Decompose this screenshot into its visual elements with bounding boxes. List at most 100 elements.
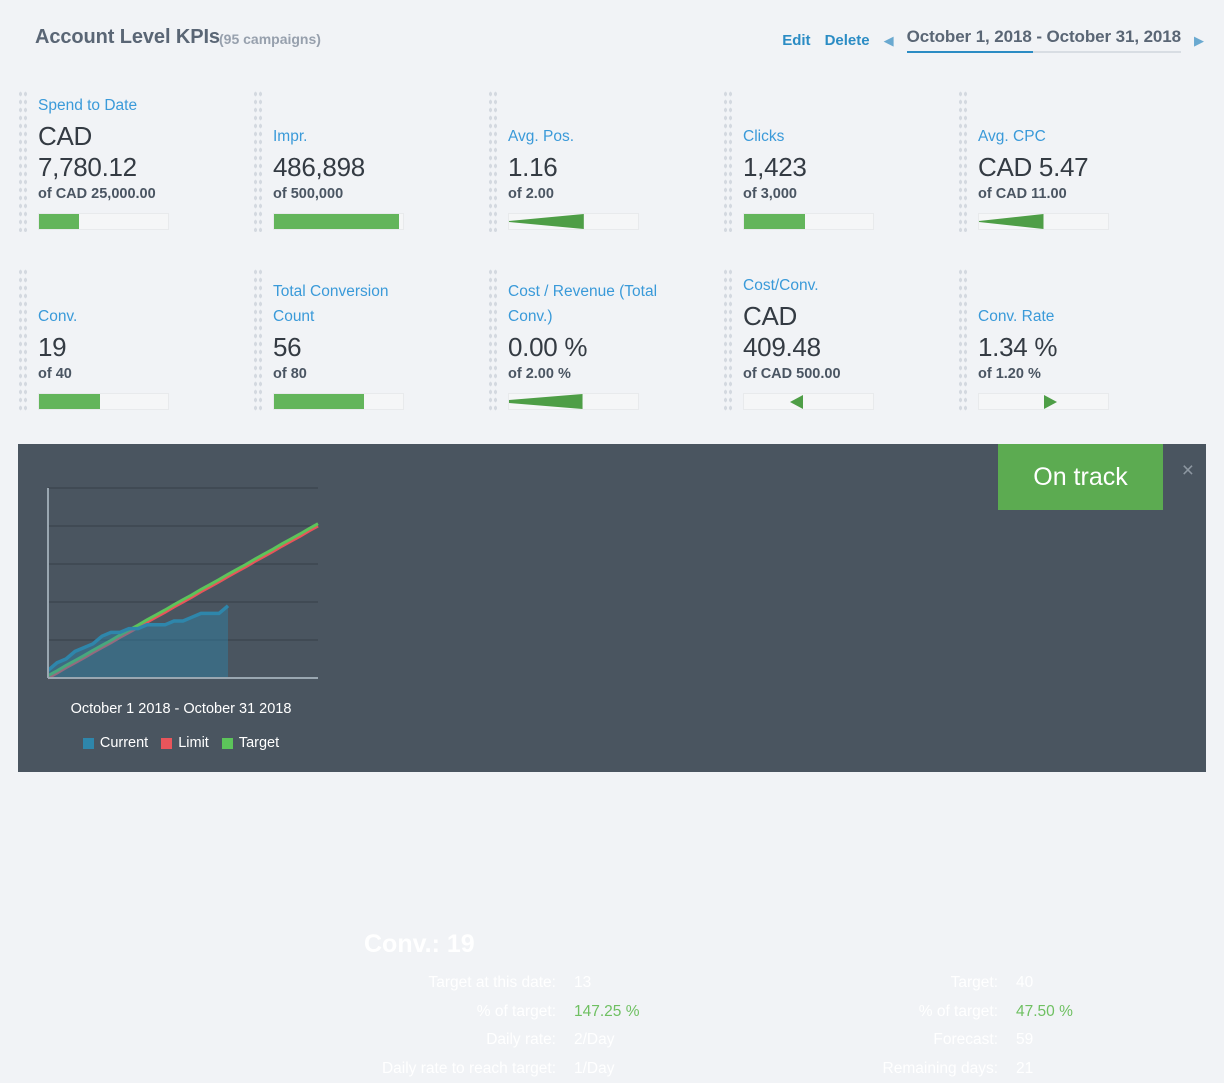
trend-wedge-decreasing-icon [509, 214, 584, 229]
progress-fill [39, 394, 100, 409]
kpi-target: of CAD 11.00 [978, 186, 1194, 202]
kpi-value: 1,423 [743, 152, 940, 183]
header-actions: Edit Delete ◀ October 1, 2018 - October … [782, 28, 1204, 52]
detail-stat-label: % of target: [298, 998, 556, 1027]
detail-stat-value: 2/Day [574, 1026, 615, 1055]
legend-swatch [222, 738, 233, 749]
kpi-label[interactable]: Conv. Rate [978, 304, 1138, 329]
detail-stat-row: Daily rate:2/Day [298, 1026, 578, 1055]
detail-stat-value: 59 [1016, 1026, 1033, 1055]
next-period-icon[interactable]: ▶ [1194, 34, 1204, 47]
kpi-chart-svg [40, 482, 322, 687]
kpi-card[interactable]: Cost/Conv.CAD 409.48of CAD 500.00 [705, 250, 940, 430]
kpi-progress-track [508, 393, 639, 410]
kpi-value: 486,898 [273, 152, 470, 183]
drag-handle-icon[interactable] [723, 268, 732, 412]
kpi-progress-track [38, 213, 169, 230]
kpi-label[interactable]: Conv. [38, 304, 198, 329]
chart-caption: October 1 2018 - October 31 2018 [40, 701, 322, 717]
detail-stat-label: Target at this date: [298, 969, 556, 998]
chart-area-current [48, 606, 228, 678]
kpi-progress-track [508, 213, 639, 230]
legend-label: Current [100, 735, 148, 751]
progress-fill [744, 214, 805, 229]
kpi-label[interactable]: Avg. CPC [978, 124, 1138, 149]
kpi-card[interactable]: Total Conversion Count56of 80 [235, 250, 470, 430]
kpi-label[interactable]: Cost/Conv. [743, 273, 903, 298]
drag-handle-icon[interactable] [488, 90, 497, 232]
kpi-label[interactable]: Total Conversion Count [273, 279, 433, 329]
drag-handle-icon[interactable] [18, 268, 27, 412]
kpi-progress-track [978, 393, 1109, 410]
kpi-target: of 3,000 [743, 186, 940, 202]
status-badge[interactable]: On track [998, 444, 1163, 510]
kpi-card[interactable]: Clicks 1,423 of 3,000 [705, 72, 940, 250]
kpi-card[interactable]: Cost / Revenue (Total Conv.)0.00 %of 2.0… [470, 250, 705, 430]
detail-stats-right: Target:40% of target:47.50 %Forecast:59R… [778, 969, 1028, 1083]
kpi-target: of 2.00 % [508, 366, 705, 382]
drag-handle-icon[interactable] [253, 90, 262, 232]
kpi-progress-track [743, 213, 874, 230]
kpi-target: of 1.20 % [978, 366, 1194, 382]
chart-series [48, 524, 318, 678]
delete-link[interactable]: Delete [825, 32, 870, 49]
detail-stat-value: 40 [1016, 969, 1033, 998]
kpi-target: of 40 [38, 366, 235, 382]
previous-period-icon[interactable]: ◀ [884, 34, 894, 47]
kpi-progress-track [273, 213, 404, 230]
kpi-card[interactable]: Spend to Date CAD 7,780.12 of CAD 25,000.0… [0, 72, 235, 250]
drag-handle-icon[interactable] [253, 268, 262, 412]
drag-handle-icon[interactable] [723, 90, 732, 232]
drag-handle-icon[interactable] [958, 268, 967, 412]
kpi-card[interactable]: Avg. CPCCAD 5.47of CAD 11.00 [940, 72, 1194, 250]
chart-legend: Current Limit Target [40, 735, 322, 751]
detail-stat-row: Target at this date:13 [298, 969, 578, 998]
kpi-value: CAD 409.48 [743, 301, 940, 363]
trend-wedge-increasing-icon [509, 394, 583, 409]
kpi-card[interactable]: Conv. Rate 1.34 % of 1.20 % [940, 250, 1194, 430]
kpi-row-1: Spend to Date CAD 7,780.12 of CAD 25,000.0… [0, 72, 1224, 250]
chart-legend-item: Target [222, 735, 279, 751]
kpi-value: 56 [273, 332, 470, 363]
date-range-selector[interactable]: October 1, 2018 - October 31, 2018 [907, 27, 1181, 53]
kpi-value: 19 [38, 332, 235, 363]
kpi-target: of 500,000 [273, 186, 470, 202]
close-icon[interactable]: × [1182, 460, 1194, 481]
kpi-target: of 2.00 [508, 186, 705, 202]
detail-stat-label: Target: [778, 969, 998, 998]
kpi-progress-track [743, 393, 874, 410]
drag-handle-icon[interactable] [958, 90, 967, 232]
chart-gridlines [48, 488, 318, 640]
kpi-progress-track [978, 213, 1109, 230]
kpi-target: of CAD 25,000.00 [38, 186, 235, 202]
detail-stat-value: 21 [1016, 1055, 1033, 1083]
kpi-label[interactable]: Clicks [743, 124, 903, 149]
detail-stat-label: % of target: [778, 998, 998, 1027]
kpi-label[interactable]: Cost / Revenue (Total Conv.) [508, 279, 668, 329]
trend-wedge-decreasing-icon [979, 214, 1044, 229]
kpi-card[interactable]: Avg. Pos.1.16of 2.00 [470, 72, 705, 250]
trend-triangle-right-icon [1044, 395, 1057, 409]
detail-stat-label: Daily rate to reach target: [298, 1055, 556, 1083]
drag-handle-icon[interactable] [18, 90, 27, 232]
kpi-card[interactable]: Conv. 19 of 40 [0, 250, 235, 430]
kpi-label[interactable]: Avg. Pos. [508, 124, 668, 149]
kpi-grid: Spend to Date CAD 7,780.12 of CAD 25,000.0… [0, 72, 1224, 430]
page-title: Account Level KPIs [35, 26, 220, 49]
kpi-chart: October 1 2018 - October 31 2018 Current… [40, 482, 322, 751]
kpi-progress-track [273, 393, 404, 410]
drag-handle-icon[interactable] [488, 268, 497, 412]
edit-link[interactable]: Edit [782, 32, 810, 49]
legend-swatch [83, 738, 94, 749]
legend-label: Limit [178, 735, 209, 751]
kpi-label[interactable]: Impr. [273, 124, 433, 149]
legend-label: Target [239, 735, 279, 751]
kpi-value: CAD 7,780.12 [38, 121, 235, 183]
detail-stat-value: 147.25 % [574, 998, 640, 1027]
kpi-card[interactable]: Impr. 486,898 of 500,000 [235, 72, 470, 250]
detail-stat-row: % of target:147.25 % [298, 998, 578, 1027]
detail-stat-value: 13 [574, 969, 591, 998]
kpi-label[interactable]: Spend to Date [38, 93, 198, 118]
detail-stat-value: 1/Day [574, 1055, 615, 1083]
kpi-value: 1.34 % [978, 332, 1194, 363]
